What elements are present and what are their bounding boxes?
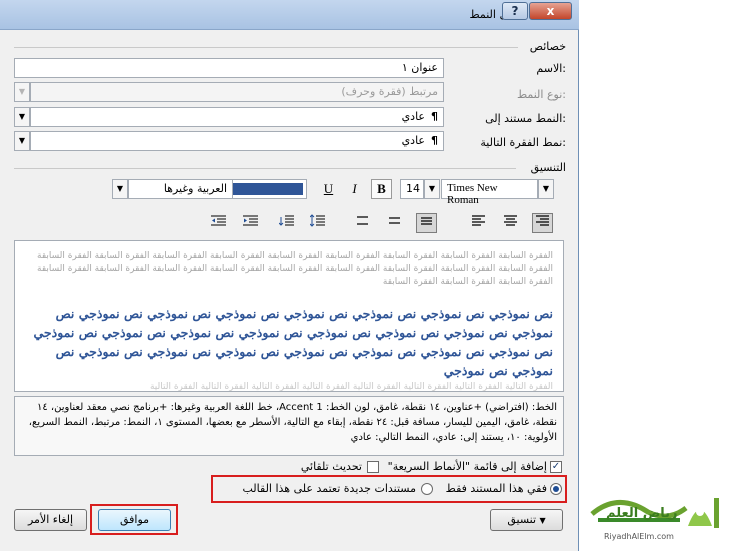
next-paragraph-value: عادي xyxy=(401,134,425,147)
modify-style-dialog: تعديل النمط ? x خصائص الاسم: عنوان ١ نوع… xyxy=(0,0,579,551)
style-preview: الفقرة السابقة الفقرة السابقة الفقرة الس… xyxy=(14,240,564,392)
close-button[interactable]: x xyxy=(529,2,572,20)
decrease-indent-button[interactable] xyxy=(240,213,261,233)
based-on-dropdown-button[interactable]: ▼ xyxy=(14,107,30,127)
ok-button[interactable]: موافق xyxy=(98,509,171,531)
script-value: العربية xyxy=(196,182,227,195)
align-right-icon xyxy=(536,215,549,226)
space-before-button[interactable] xyxy=(307,213,328,233)
align-left-icon xyxy=(472,215,485,226)
formatting-divider xyxy=(14,168,516,169)
preview-previous-paragraph: الفقرة السابقة الفقرة السابقة الفقرة الس… xyxy=(37,251,553,287)
help-button[interactable]: ? xyxy=(502,2,528,20)
align-center-icon xyxy=(504,215,517,226)
next-paragraph-select[interactable]: ¶ عادي xyxy=(30,131,444,151)
space-after-icon xyxy=(278,215,294,226)
title-bar: تعديل النمط ? x xyxy=(0,0,579,30)
style-description: الخط: (افتراضي) +عناوين، ١٤ نقطة، غامق، … xyxy=(14,396,564,456)
double-spacing-icon xyxy=(357,216,368,225)
name-label: الاسم: xyxy=(536,62,566,75)
auto-update-checkbox[interactable] xyxy=(367,461,379,473)
line-spacing-single-button[interactable] xyxy=(416,213,437,233)
auto-update-label: تحديث تلقائي xyxy=(300,460,362,473)
increase-indent-icon xyxy=(211,215,226,226)
font-name-dropdown-button[interactable]: ▼ xyxy=(538,179,554,199)
next-paragraph-label: نمط الفقرة التالية: xyxy=(480,136,566,149)
new-documents-label: مستندات جديدة تعتمد على هذا القالب xyxy=(242,482,417,495)
decrease-indent-icon xyxy=(243,215,258,226)
add-quick-styles-label: إضافة إلى قائمة "الأنماط السريعة" xyxy=(387,460,547,473)
cancel-button[interactable]: إلغاء الأمر xyxy=(14,509,87,531)
based-on-select[interactable]: ¶ عادي xyxy=(30,107,444,127)
based-on-label: النمط مستند إلى: xyxy=(485,112,566,125)
underline-button[interactable]: U xyxy=(318,179,339,199)
font-name-select[interactable]: Times New Roman xyxy=(441,179,538,206)
format-button-label: تنسيق xyxy=(507,513,537,526)
italic-button[interactable]: I xyxy=(344,179,365,199)
properties-divider xyxy=(14,47,518,48)
logo-site-url: RiyadhAlElm.com xyxy=(604,532,674,541)
font-size-dropdown-button[interactable]: ▼ xyxy=(424,179,440,199)
font-color-swatch xyxy=(233,183,303,195)
complex-script-select[interactable]: العربية وغيرها xyxy=(128,179,233,199)
format-button[interactable]: تنسيق ▼ xyxy=(490,509,563,531)
one-half-spacing-icon xyxy=(389,217,400,224)
new-documents-radio[interactable] xyxy=(421,483,433,495)
increase-indent-button[interactable] xyxy=(208,213,229,233)
only-this-document-label: فقي هذا المستند فقط xyxy=(445,482,547,495)
add-quick-styles-checkbox[interactable]: ✓ xyxy=(550,461,562,473)
preview-next-paragraph: الفقرة التالية الفقرة التالية الفقرة الت… xyxy=(149,382,553,392)
formatting-section-label: التنسيق xyxy=(530,161,566,174)
space-after-button[interactable] xyxy=(276,213,297,233)
paragraph-mark-icon: ¶ xyxy=(431,134,438,147)
properties-section-label: خصائص xyxy=(529,40,566,53)
style-type-dropdown-button: ▼ xyxy=(14,82,30,102)
next-paragraph-dropdown-button[interactable]: ▼ xyxy=(14,131,30,151)
align-right-button[interactable] xyxy=(532,213,553,233)
align-center-button[interactable] xyxy=(500,213,521,233)
language-value: وغيرها xyxy=(163,182,194,195)
font-size-select[interactable]: 14 xyxy=(400,179,424,199)
only-this-document-radio[interactable] xyxy=(550,483,562,495)
font-color-select[interactable] xyxy=(229,179,307,199)
paragraph-mark-icon: ¶ xyxy=(431,110,438,123)
dropdown-arrow-icon: ▼ xyxy=(539,516,546,525)
complex-script-dropdown-button[interactable]: ▼ xyxy=(112,179,128,199)
preview-sample-text: نص نموذجي نص نموذجي نص نموذجي نص نموذجي … xyxy=(33,306,553,378)
style-name-input[interactable]: عنوان ١ xyxy=(14,58,444,78)
line-spacing-one-half-button[interactable] xyxy=(384,213,405,233)
bold-button[interactable]: B xyxy=(371,179,392,199)
space-before-icon xyxy=(309,214,325,227)
single-spacing-icon xyxy=(421,217,432,225)
style-type-select: مرتبط (فقرة وحرف) xyxy=(30,82,444,102)
site-logo: رياض العلم RiyadhAlElm.com xyxy=(588,486,726,546)
line-spacing-double-button[interactable] xyxy=(352,213,373,233)
style-type-label: نوع النمط: xyxy=(516,88,566,101)
align-left-button[interactable] xyxy=(468,213,489,233)
based-on-value: عادي xyxy=(401,110,425,123)
logo-name: رياض العلم xyxy=(606,506,678,521)
